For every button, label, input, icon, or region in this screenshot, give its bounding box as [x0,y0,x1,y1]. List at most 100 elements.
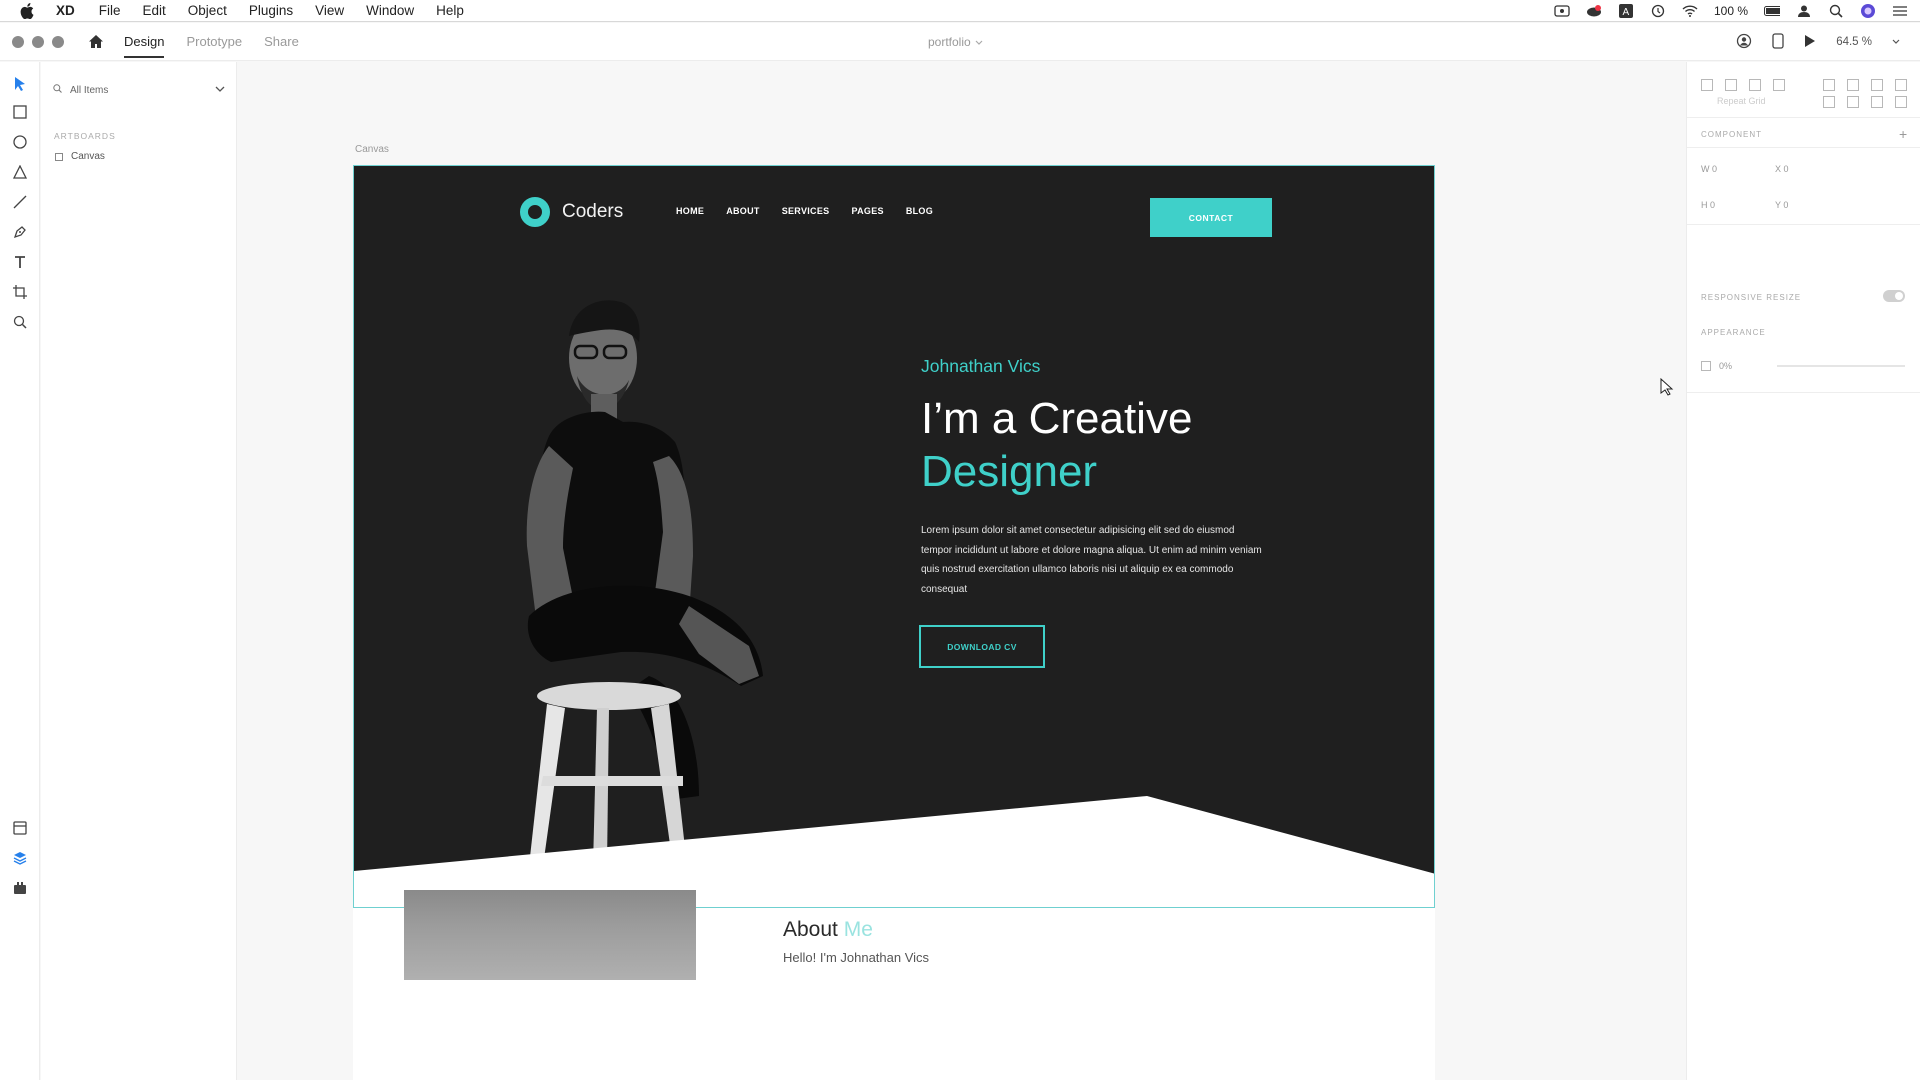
document-title[interactable]: portfolio [928,23,983,61]
time-machine-icon[interactable] [1650,4,1666,18]
distribute-icon[interactable] [1773,79,1785,91]
opacity-value[interactable]: 0% [1719,361,1732,371]
align-center-icon[interactable] [1725,79,1737,91]
responsive-resize-toggle[interactable] [1883,290,1905,302]
menu-window[interactable]: Window [366,3,414,18]
user-icon[interactable] [1796,4,1812,18]
hero-section[interactable]: Coders HOME ABOUT SERVICES PAGES BLOG CO… [353,165,1435,908]
close-window-button[interactable] [12,35,24,48]
design-canvas[interactable]: Canvas Coders HOME ABOUT SERVICES PAGES … [238,62,1686,1080]
add-component-icon[interactable]: + [1899,126,1907,142]
boolean-controls [1823,96,1907,108]
about-heading-accent: Me [843,918,873,941]
artboards-heading: ARTBOARDS [54,131,116,141]
search-icon [53,84,62,96]
layer-item-canvas[interactable]: Canvas [55,151,105,162]
menu-file[interactable]: File [99,3,121,18]
menu-plugins[interactable]: Plugins [249,3,293,18]
boolean-exclude-icon[interactable] [1895,96,1907,108]
boolean-add-icon[interactable] [1823,96,1835,108]
divider [1687,117,1920,118]
minimize-window-button[interactable] [32,35,44,48]
artboard-icon [55,152,63,161]
chevron-down-icon[interactable] [215,85,225,96]
assets-panel-icon[interactable] [10,818,30,838]
zoom-level[interactable]: 64.5 % [1836,36,1872,48]
mac-menu-bar: XD File Edit Object Plugins View Window … [0,0,1920,22]
layers-panel-icon[interactable] [10,848,30,868]
screen-record-icon[interactable] [1554,4,1570,18]
text-tool-icon[interactable] [10,252,30,272]
chevron-down-icon [975,35,983,49]
align-vertical-controls [1823,79,1907,91]
tab-prototype[interactable]: Prototype [186,23,242,61]
home-icon[interactable] [86,32,106,52]
document-name: portfolio [928,35,971,49]
layers-search[interactable]: All Items [53,80,225,100]
battery-percent: 100 % [1713,4,1748,18]
boolean-subtract-icon[interactable] [1847,96,1859,108]
line-tool-icon[interactable] [10,192,30,212]
window-controls [12,35,64,48]
select-tool-icon[interactable] [10,74,30,94]
device-preview-icon[interactable] [1772,32,1784,52]
distribute-vertical-icon[interactable] [1895,79,1907,91]
boolean-intersect-icon[interactable] [1871,96,1883,108]
align-right-icon[interactable] [1749,79,1761,91]
opacity-icon [1701,361,1711,371]
svg-text:A: A [1622,7,1629,18]
property-inspector: Repeat Grid COMPONENT + W 0 X 0 H 0 Y 0 … [1686,62,1920,1080]
tab-share[interactable]: Share [264,23,299,61]
align-middle-icon[interactable] [1847,79,1859,91]
tab-design[interactable]: Design [124,23,165,61]
layer-item-label: Canvas [71,151,105,162]
mode-tabs: Design Prototype Share [124,23,299,61]
pen-tool-icon[interactable] [10,222,30,242]
y-field[interactable]: Y 0 [1775,200,1788,210]
zoom-chevron-down-icon[interactable] [1892,36,1900,48]
artboard-name-label[interactable]: Canvas [355,144,389,155]
play-preview-icon[interactable] [1804,34,1816,51]
repeat-grid-button[interactable]: Repeat Grid [1717,96,1766,106]
status-area: A 100 % [1554,0,1908,22]
apple-icon[interactable] [20,2,42,19]
align-bottom-icon[interactable] [1871,79,1883,91]
align-left-icon[interactable] [1701,79,1713,91]
plugins-panel-icon[interactable] [10,878,30,898]
width-field[interactable]: W 0 [1701,164,1717,174]
menu-object[interactable]: Object [188,3,227,18]
about-image[interactable] [404,890,696,980]
artboard-tool-icon[interactable] [10,282,30,302]
menu-app-name[interactable]: XD [56,3,75,18]
align-controls [1701,79,1785,91]
divider [1687,147,1920,148]
spotlight-search-icon[interactable] [1828,4,1844,18]
wifi-icon[interactable] [1682,4,1698,18]
ellipse-tool-icon[interactable] [10,132,30,152]
component-heading: COMPONENT [1701,130,1762,139]
mouse-cursor-icon [1660,378,1674,396]
siri-icon[interactable] [1860,4,1876,18]
rectangle-tool-icon[interactable] [10,102,30,122]
adobe-icon[interactable]: A [1618,4,1634,18]
tool-bar [0,62,40,1080]
layers-panel: All Items ARTBOARDS Canvas [41,62,237,1080]
battery-icon[interactable] [1764,4,1780,18]
notification-center-icon[interactable] [1892,4,1908,18]
divider [1687,224,1920,225]
creative-cloud-icon[interactable] [1586,4,1602,18]
share-user-icon[interactable] [1736,33,1752,52]
menu-help[interactable]: Help [436,3,464,18]
layers-filter-label: All Items [70,84,109,96]
zoom-tool-icon[interactable] [10,312,30,332]
x-field[interactable]: X 0 [1775,164,1789,174]
about-heading-main: About [783,918,838,941]
menu-view[interactable]: View [315,3,344,18]
appearance-heading: APPEARANCE [1701,328,1766,337]
opacity-slider[interactable] [1777,365,1905,367]
height-field[interactable]: H 0 [1701,200,1715,210]
menu-edit[interactable]: Edit [143,3,166,18]
align-top-icon[interactable] [1823,79,1835,91]
zoom-window-button[interactable] [52,35,64,48]
polygon-tool-icon[interactable] [10,162,30,182]
